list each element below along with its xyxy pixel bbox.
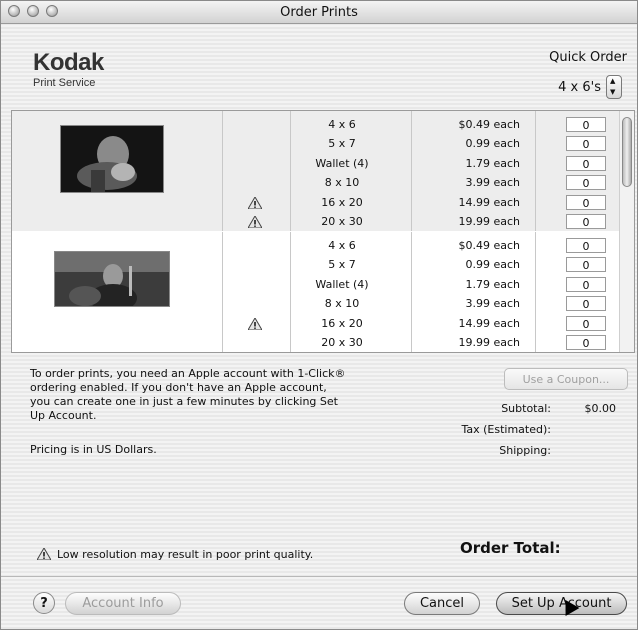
print-order-table: 4 x 6 $0.49 each 0 5 x 7 0.99 each 0 Wallet (4…: [11, 110, 635, 353]
shipping-label: Shipping:: [499, 444, 551, 457]
photo-image: [61, 126, 163, 192]
use-coupon-button[interactable]: Use a Coupon...: [504, 368, 628, 390]
print-price-label: $0.49 each: [458, 118, 520, 131]
quick-order-value: 4 x 6's: [558, 80, 601, 95]
pricing-note: Pricing is in US Dollars.: [30, 443, 157, 456]
quantity-field[interactable]: 0: [566, 257, 606, 273]
quantity-field[interactable]: 0: [566, 214, 606, 229]
quantity-field[interactable]: 0: [566, 335, 606, 350]
stepper-down-icon[interactable]: ▼: [610, 89, 615, 96]
print-price-label: 1.79 each: [465, 277, 520, 291]
order-total-label: Order Total:: [460, 539, 561, 557]
footer: ? Account Info Cancel Set Up Account: [1, 576, 637, 629]
print-price-label: 3.99 each: [465, 297, 520, 311]
quantity-field[interactable]: 0: [566, 315, 606, 331]
quantity-field[interactable]: 0: [566, 296, 606, 312]
print-price-label: 3.99 each: [465, 176, 520, 190]
help-button[interactable]: ?: [33, 592, 55, 614]
quick-order-stepper[interactable]: ▲ ▼: [606, 75, 622, 99]
print-price-label: 14.99 each: [458, 316, 520, 330]
print-size-label: 20 x 30: [321, 336, 363, 349]
low-resolution-warning-text: Low resolution may result in poor print …: [57, 548, 314, 561]
print-size-label: 5 x 7: [328, 258, 356, 272]
quantity-field[interactable]: 0: [566, 117, 606, 132]
window-title: Order Prints: [280, 5, 358, 20]
photo-thumbnail[interactable]: [54, 251, 170, 307]
account-info-text: To order prints, you need an Apple accou…: [30, 367, 346, 422]
scrollbar-thumb[interactable]: [622, 117, 632, 187]
cancel-button[interactable]: Cancel: [404, 592, 480, 615]
print-price-label: 0.99 each: [465, 258, 520, 272]
print-size-label: 5 x 7: [328, 137, 356, 151]
print-price-label: 1.79 each: [465, 156, 520, 170]
print-price-label: $0.49 each: [458, 239, 520, 252]
print-size-label: Wallet (4): [315, 277, 369, 291]
warning-icon: [248, 317, 262, 330]
tax-label: Tax (Estimated):: [461, 423, 551, 436]
print-price-label: 0.99 each: [465, 137, 520, 151]
subtotal-value: $0.00: [584, 402, 617, 415]
stepper-up-icon[interactable]: ▲: [610, 78, 615, 85]
quick-order-label: Quick Order: [549, 50, 627, 65]
warning-icon: [37, 548, 51, 560]
photo-thumbnail[interactable]: [60, 125, 164, 193]
print-size-label: 8 x 10: [324, 297, 360, 311]
print-size-label: 8 x 10: [324, 176, 360, 190]
print-price-label: 19.99 each: [458, 215, 520, 228]
quantity-field[interactable]: 0: [566, 175, 606, 191]
print-size-label: 4 x 6: [328, 239, 356, 252]
quantity-field[interactable]: 0: [566, 136, 606, 152]
header: Kodak Print Service Quick Order 4 x 6's …: [11, 37, 627, 107]
table-scrollbar[interactable]: [619, 111, 634, 352]
brand-logo: Kodak: [33, 49, 104, 76]
print-size-label: 4 x 6: [328, 118, 356, 131]
quantity-field[interactable]: 0: [566, 194, 606, 210]
quantity-field[interactable]: 0: [566, 238, 606, 253]
brand-subtitle: Print Service: [33, 77, 96, 89]
print-size-label: 16 x 20: [321, 316, 363, 330]
print-size-label: 20 x 30: [321, 215, 363, 228]
print-size-label: Wallet (4): [315, 156, 369, 170]
order-prints-window: Order Prints Kodak Print Service Quick O…: [0, 0, 638, 630]
quantity-field[interactable]: 0: [566, 276, 606, 292]
subtotal-label: Subtotal:: [501, 402, 551, 415]
title-bar: Order Prints: [1, 1, 637, 24]
print-price-label: 19.99 each: [458, 336, 520, 349]
warning-icon: [248, 196, 262, 209]
low-resolution-warning: Low resolution may result in poor print …: [37, 546, 313, 561]
print-size-label: 16 x 20: [321, 195, 363, 209]
account-info-button[interactable]: Account Info: [65, 592, 181, 615]
quantity-field[interactable]: 0: [566, 155, 606, 171]
photo-image: [55, 252, 169, 306]
print-price-label: 14.99 each: [458, 195, 520, 209]
warning-icon: [248, 216, 262, 228]
